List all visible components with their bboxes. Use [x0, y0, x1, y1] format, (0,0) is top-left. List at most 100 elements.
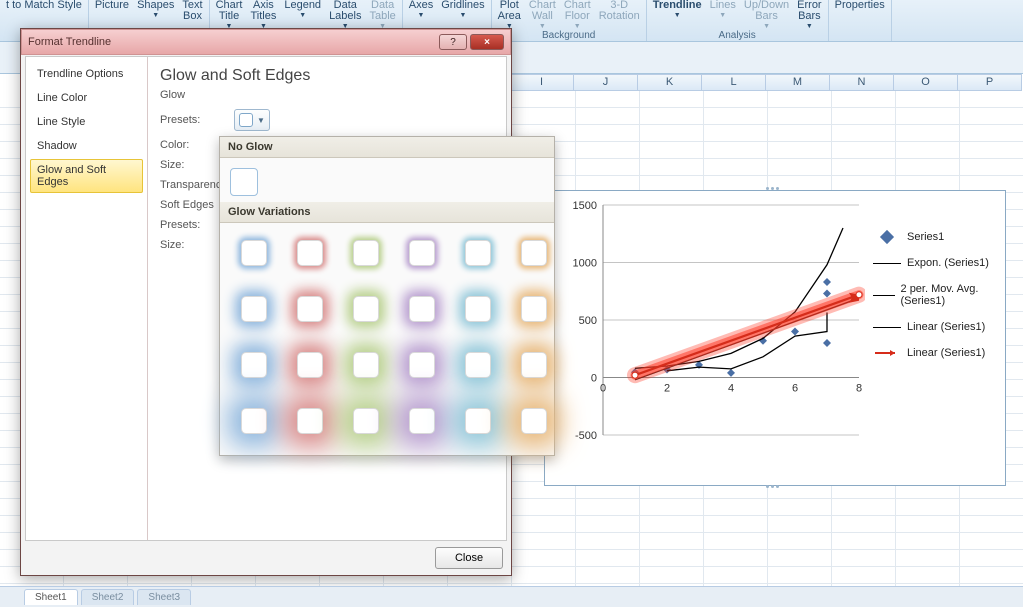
ribbon-cmd-match-style[interactable]: t to Match Style: [4, 0, 84, 11]
resize-handle-top[interactable]: [766, 187, 784, 191]
ribbon-cmd-chart-wall: Chart Wall▼: [527, 0, 558, 30]
size-label: Size:: [160, 159, 226, 171]
glow-variation[interactable]: [286, 285, 334, 333]
dropdown-icon: ▼: [674, 12, 681, 19]
dialog-nav-glow-and-soft-edges[interactable]: Glow and Soft Edges: [30, 159, 143, 193]
svg-text:4: 4: [728, 383, 734, 395]
ribbon-cmd-legend[interactable]: Legend▼: [282, 0, 323, 19]
glow-variation[interactable]: [454, 229, 502, 277]
dialog-nav-trendline-options[interactable]: Trendline Options: [30, 63, 143, 85]
dialog-nav-shadow[interactable]: Shadow: [30, 135, 143, 157]
no-glow-option[interactable]: [230, 168, 258, 196]
glow-variation[interactable]: [398, 229, 446, 277]
glow-subheading: Glow: [160, 89, 494, 101]
ribbon-cmd-axis-titles[interactable]: Axis Titles▼: [248, 0, 278, 30]
column-headers: IJKLMNOP: [510, 74, 1022, 91]
dialog-titlebar[interactable]: Format Trendline ? ×: [21, 29, 511, 55]
glow-variations-header: Glow Variations: [220, 202, 554, 223]
chart-plot-area[interactable]: 02468 -500050010001500: [565, 199, 865, 459]
ribbon-cmd-lines: Lines▼: [708, 0, 738, 19]
sheet-tab[interactable]: Sheet3: [137, 589, 191, 605]
svg-text:0: 0: [591, 373, 597, 385]
no-glow-header: No Glow: [220, 137, 554, 158]
column-header-P[interactable]: P: [958, 75, 1022, 90]
glow-variation[interactable]: [398, 341, 446, 389]
glow-variation[interactable]: [510, 341, 558, 389]
sheet-tab-bar: Sheet1 Sheet2 Sheet3: [0, 586, 1023, 607]
ribbon-cmd-plot-area[interactable]: Plot Area▼: [496, 0, 523, 30]
legend-line-icon: [873, 258, 901, 268]
glow-variation[interactable]: [454, 285, 502, 333]
pane-heading: Glow and Soft Edges: [160, 67, 494, 85]
glow-variation[interactable]: [342, 341, 390, 389]
glow-variation[interactable]: [510, 397, 558, 445]
column-header-M[interactable]: M: [766, 75, 830, 90]
legend-line-icon: [873, 290, 895, 300]
column-header-I[interactable]: I: [510, 75, 574, 90]
column-header-L[interactable]: L: [702, 75, 766, 90]
ribbon-cmd-error-bars[interactable]: Error Bars▼: [795, 0, 823, 30]
sheet-tab-active[interactable]: Sheet1: [24, 589, 78, 605]
dropdown-icon: ▼: [152, 12, 159, 19]
ribbon-cmd-text-box[interactable]: Text Box: [180, 0, 204, 22]
glow-presets-popup: No Glow Glow Variations: [219, 136, 555, 456]
help-button[interactable]: ?: [439, 34, 467, 50]
legend-entry[interactable]: Expon. (Series1): [873, 257, 997, 269]
resize-handle-bottom[interactable]: [766, 485, 784, 489]
glow-variation[interactable]: [398, 397, 446, 445]
ribbon-cmd-gridlines[interactable]: Gridlines▼: [439, 0, 486, 19]
close-button[interactable]: Close: [435, 547, 503, 569]
legend-entry[interactable]: Linear (Series1): [873, 347, 997, 359]
glow-variation[interactable]: [510, 285, 558, 333]
dialog-nav-line-style[interactable]: Line Style: [30, 111, 143, 133]
column-header-O[interactable]: O: [894, 75, 958, 90]
svg-text:500: 500: [579, 315, 597, 327]
glow-variation[interactable]: [230, 285, 278, 333]
legend-entry[interactable]: 2 per. Mov. Avg. (Series1): [873, 283, 997, 307]
dropdown-icon: ▼: [763, 23, 770, 30]
dialog-title-text: Format Trendline: [28, 36, 111, 48]
se-presets-label: Presets:: [160, 219, 226, 231]
ribbon-cmd-properties[interactable]: Properties: [833, 0, 887, 11]
ribbon-cmd-trendline[interactable]: Trendline▼: [651, 0, 704, 19]
ribbon-cmd-chart-title[interactable]: Chart Title▼: [214, 0, 245, 30]
glow-variation[interactable]: [230, 229, 278, 277]
glow-variation[interactable]: [230, 341, 278, 389]
column-header-K[interactable]: K: [638, 75, 702, 90]
glow-variation[interactable]: [398, 285, 446, 333]
column-header-J[interactable]: J: [574, 75, 638, 90]
glow-variation[interactable]: [454, 341, 502, 389]
dropdown-icon: ▼: [459, 12, 466, 19]
dropdown-icon: ▼: [299, 12, 306, 19]
ribbon-cmd-picture[interactable]: Picture: [93, 0, 131, 11]
embedded-chart[interactable]: 02468 -500050010001500 Series1Expon. (Se…: [544, 190, 1006, 486]
svg-text:8: 8: [856, 383, 862, 395]
glow-variation[interactable]: [286, 229, 334, 277]
ribbon-cmd-axes[interactable]: Axes▼: [407, 0, 435, 19]
sheet-tab[interactable]: Sheet2: [81, 589, 135, 605]
dropdown-icon: ▼: [539, 23, 546, 30]
glow-variation[interactable]: [342, 285, 390, 333]
dialog-nav-line-color[interactable]: Line Color: [30, 87, 143, 109]
glow-variation[interactable]: [286, 341, 334, 389]
svg-text:1000: 1000: [573, 258, 597, 270]
glow-variation[interactable]: [342, 397, 390, 445]
ribbon-cmd-shapes[interactable]: Shapes▼: [135, 0, 176, 19]
chart-legend[interactable]: Series1 Expon. (Series1) 2 per. Mov. Avg. …: [873, 231, 997, 359]
column-header-N[interactable]: N: [830, 75, 894, 90]
svg-text:-500: -500: [575, 430, 597, 442]
ribbon-cmd-data-labels[interactable]: Data Labels▼: [327, 0, 363, 30]
glow-variation[interactable]: [342, 229, 390, 277]
glow-variation[interactable]: [286, 397, 334, 445]
ribbon-cmd-chart-floor: Chart Floor▼: [562, 0, 593, 30]
glow-variation[interactable]: [454, 397, 502, 445]
glow-variation[interactable]: [510, 229, 558, 277]
legend-entry[interactable]: Series1: [873, 231, 997, 243]
window-close-button[interactable]: ×: [470, 34, 504, 50]
legend-entry[interactable]: Linear (Series1): [873, 321, 997, 333]
glow-variation[interactable]: [230, 397, 278, 445]
glow-presets-dropdown[interactable]: ▼: [234, 109, 270, 131]
legend-arrow-icon: [873, 348, 901, 358]
legend-line-icon: [873, 322, 901, 332]
dropdown-icon: ▼: [418, 12, 425, 19]
